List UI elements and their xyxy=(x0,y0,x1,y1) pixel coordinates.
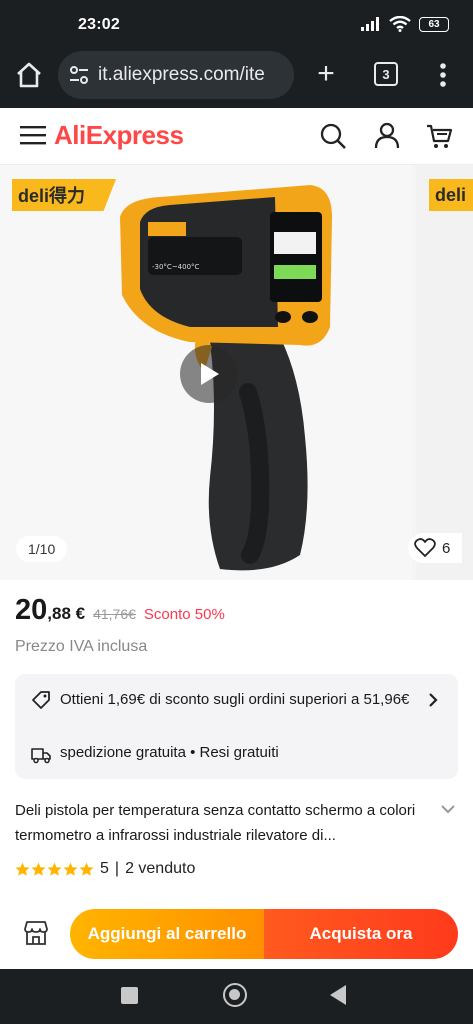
system-nav-bar xyxy=(0,969,473,1024)
product-image[interactable]: deli得力 -30°C~400°C 1/10 xyxy=(0,165,412,580)
star-icon xyxy=(47,862,62,876)
shipping-text: spedizione gratuita • Resi gratuiti xyxy=(60,744,279,761)
promo-card[interactable]: Ottieni 1,69€ di sconto sugli ordini sup… xyxy=(15,674,458,779)
tab-count: 3 xyxy=(382,66,390,82)
discount-label: Sconto 50% xyxy=(143,606,225,623)
vat-note: Prezzo IVA inclusa xyxy=(15,638,148,655)
browser-toolbar: it.aliexpress.com/ite + 3 xyxy=(0,46,473,108)
address-bar[interactable]: it.aliexpress.com/ite xyxy=(58,51,294,99)
wishlist-count: 6 xyxy=(442,539,451,557)
site-header: AliExpress xyxy=(0,108,473,165)
image-counter-text: 1/10 xyxy=(28,541,56,557)
star-rating xyxy=(15,862,94,877)
cart-icon[interactable] xyxy=(425,122,453,150)
hamburger-menu-icon[interactable] xyxy=(20,124,46,146)
coupon-text: Ottieni 1,69€ di sconto sugli ordini sup… xyxy=(60,691,410,708)
status-time: 23:02 xyxy=(78,16,120,33)
star-icon xyxy=(63,862,78,876)
url-text: it.aliexpress.com/ite xyxy=(98,64,265,85)
original-price: 41,76€ xyxy=(93,606,136,622)
bottom-action-bar: Aggiungi al carrello Acquista ora xyxy=(0,897,473,969)
image-counter: 1/10 xyxy=(16,536,68,562)
battery-icon: 63 xyxy=(419,16,449,32)
next-brand-badge: deli xyxy=(429,179,473,211)
wifi-icon xyxy=(389,16,411,32)
aliexpress-logo[interactable]: AliExpress xyxy=(54,120,184,151)
buy-now-button[interactable]: Acquista ora xyxy=(264,909,458,959)
status-icons: 63 xyxy=(361,16,449,32)
battery-level: 63 xyxy=(428,18,440,30)
more-menu-icon[interactable] xyxy=(430,60,456,90)
chevron-right-icon[interactable] xyxy=(425,690,441,710)
store-icon[interactable] xyxy=(22,919,50,947)
truck-icon xyxy=(31,748,51,764)
svg-text:-30°C~400°C: -30°C~400°C xyxy=(152,263,200,271)
star-icon xyxy=(31,862,46,876)
star-icon xyxy=(79,862,94,876)
add-to-cart-button[interactable]: Aggiungi al carrello xyxy=(70,909,264,959)
search-icon[interactable] xyxy=(319,122,347,150)
product-gallery[interactable]: deli得力 -30°C~400°C 1/10 deli 6 xyxy=(0,165,473,580)
price-row: 20 ,88 € 41,76€ Sconto 50% xyxy=(15,594,225,627)
rating-separator: | xyxy=(114,860,120,877)
coupon-tag-icon xyxy=(32,691,50,709)
status-bar: 23:02 63 xyxy=(0,0,473,46)
site-settings-icon[interactable] xyxy=(68,64,90,86)
price-integer: 20 xyxy=(15,594,48,626)
wishlist-button[interactable]: 6 xyxy=(408,533,463,563)
rating-row[interactable]: 5 | 2 venduto xyxy=(15,860,195,878)
signal-icon xyxy=(361,17,379,31)
recents-icon[interactable] xyxy=(121,987,138,1004)
home-icon[interactable] xyxy=(14,60,44,90)
sold-count: 2 venduto xyxy=(125,860,196,877)
next-product-image[interactable] xyxy=(416,165,473,580)
back-icon[interactable] xyxy=(330,985,346,1005)
play-icon xyxy=(201,363,219,385)
price-decimal: ,88 € xyxy=(47,604,86,623)
account-icon[interactable] xyxy=(373,121,401,149)
new-tab-button[interactable]: + xyxy=(311,59,341,90)
product-title[interactable]: Deli pistola per temperatura senza conta… xyxy=(15,798,425,848)
rating-value: 5 xyxy=(100,860,109,877)
tab-switcher-button[interactable]: 3 xyxy=(374,62,398,86)
star-icon xyxy=(15,862,30,876)
home-circle-icon[interactable] xyxy=(223,983,247,1007)
heart-icon xyxy=(414,538,436,557)
chevron-down-icon[interactable] xyxy=(438,801,458,817)
play-video-button[interactable] xyxy=(180,345,238,403)
